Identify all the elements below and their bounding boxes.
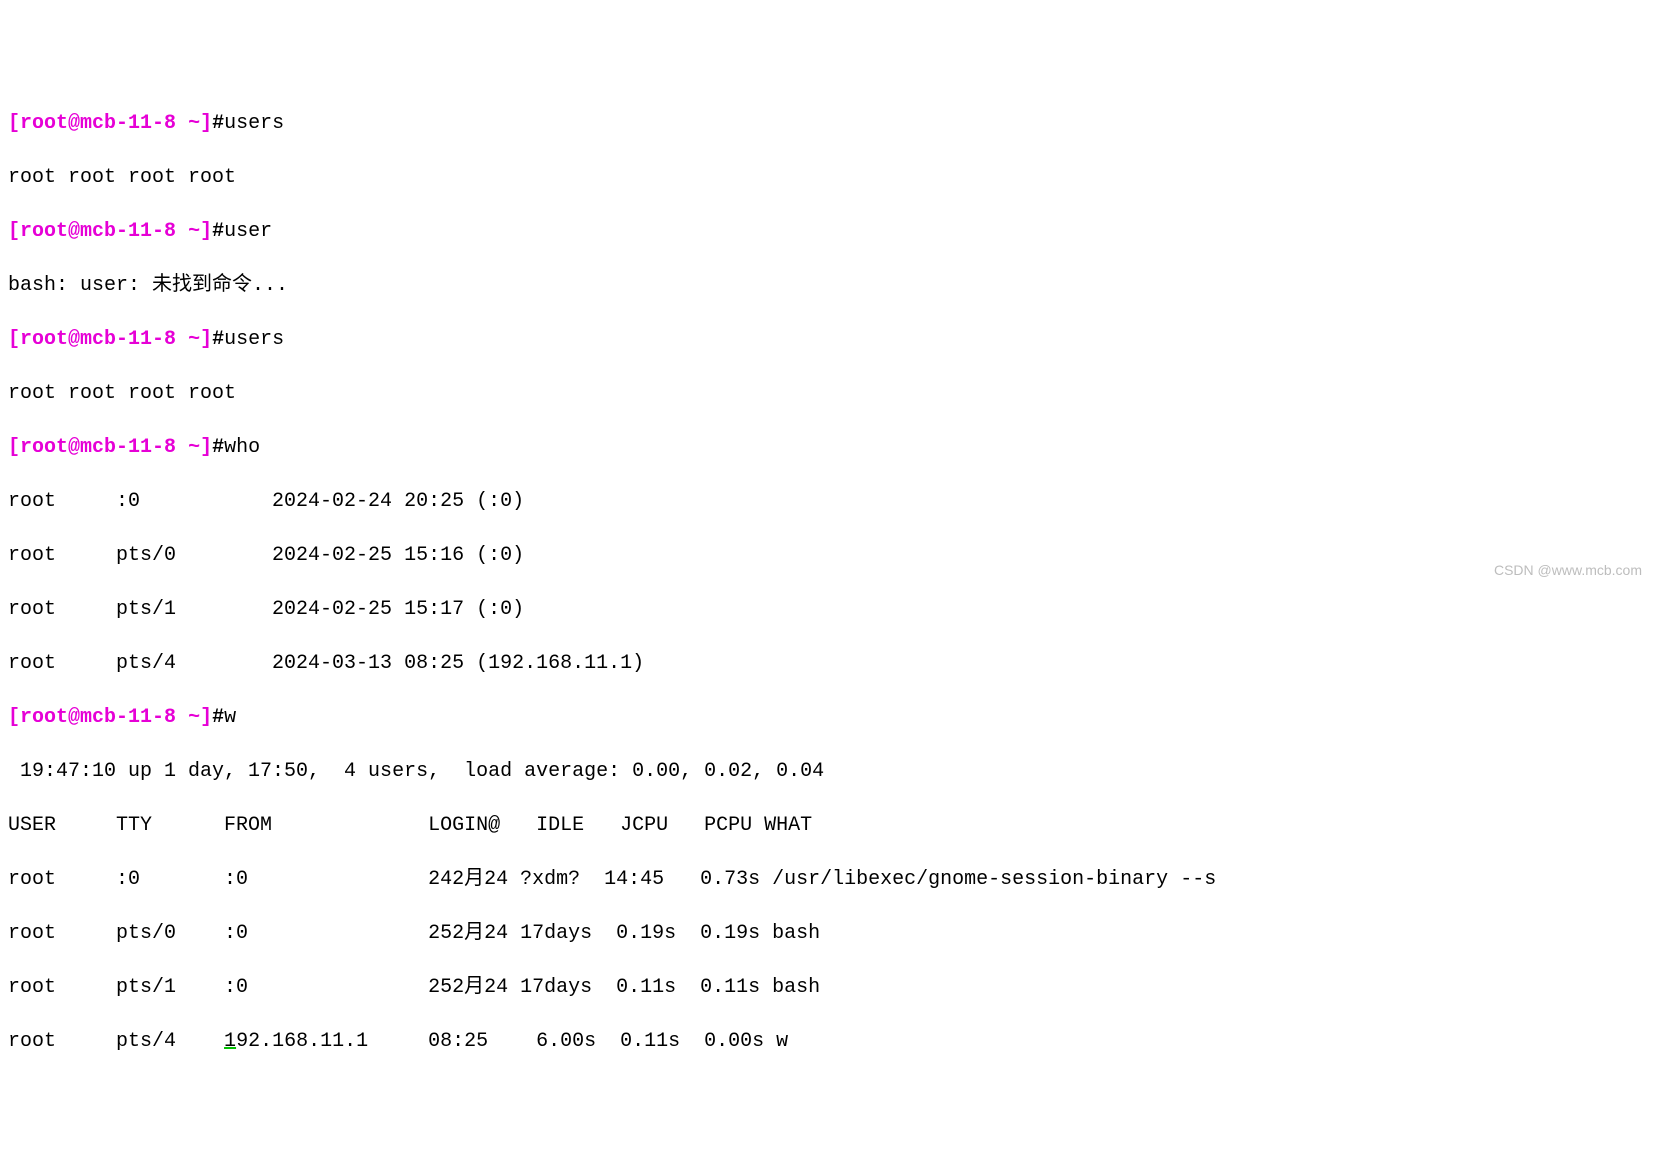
- w-row-4-rest: 92.168.11.1 08:25 6.00s 0.11s 0.00s w: [236, 1030, 788, 1053]
- cmd-user[interactable]: user: [224, 220, 272, 243]
- prompt-host: mcb-11-8: [80, 112, 176, 135]
- prompt-line-3: [root@mcb-11-8 ~]#users: [8, 326, 1646, 353]
- cmd-users-2[interactable]: users: [224, 328, 284, 351]
- cmd-w[interactable]: w: [224, 706, 236, 729]
- cmd-users-1[interactable]: users: [224, 112, 284, 135]
- who-row-2: root pts/0 2024-02-25 15:16 (:0): [8, 542, 1646, 569]
- prompt-at: @: [68, 112, 80, 135]
- w-row-2: root pts/0 :0 252月24 17days 0.19s 0.19s …: [8, 920, 1646, 947]
- w-row-3: root pts/1 :0 252月24 17days 0.11s 0.11s …: [8, 974, 1646, 1001]
- prompt-hash: #: [212, 112, 224, 135]
- who-row-4: root pts/4 2024-03-13 08:25 (192.168.11.…: [8, 650, 1646, 677]
- prompt-line-4: [root@mcb-11-8 ~]#who: [8, 434, 1646, 461]
- prompt-tilde: ~: [188, 112, 200, 135]
- output-users-2: root root root root: [8, 380, 1646, 407]
- prompt-close: ]: [200, 112, 212, 135]
- cmd-who[interactable]: who: [224, 436, 260, 459]
- w-row-4: root pts/4 192.168.11.1 08:25 6.00s 0.11…: [8, 1028, 1646, 1055]
- w-row-4-user: root pts/4: [8, 1030, 224, 1053]
- w-header-columns: USER TTY FROM LOGIN@ IDLE JCPU PCPU WHAT: [8, 812, 1646, 839]
- prompt-line-2: [root@mcb-11-8 ~]#user: [8, 218, 1646, 245]
- who-row-3: root pts/1 2024-02-25 15:17 (:0): [8, 596, 1646, 623]
- prompt-line-1: [root@mcb-11-8 ~]#users: [8, 110, 1646, 137]
- output-user-error: bash: user: 未找到命令...: [8, 272, 1646, 299]
- w-row-1: root :0 :0 242月24 ?xdm? 14:45 0.73s /usr…: [8, 866, 1646, 893]
- prompt-user: root: [20, 112, 68, 135]
- prompt-open: [: [8, 112, 20, 135]
- who-row-1: root :0 2024-02-24 20:25 (:0): [8, 488, 1646, 515]
- cursor-icon: 1: [224, 1030, 236, 1053]
- w-header-uptime: 19:47:10 up 1 day, 17:50, 4 users, load …: [8, 758, 1646, 785]
- prompt-line-5: [root@mcb-11-8 ~]#w: [8, 704, 1646, 731]
- watermark: CSDN @www.mcb.com: [1494, 561, 1642, 580]
- output-users-1: root root root root: [8, 164, 1646, 191]
